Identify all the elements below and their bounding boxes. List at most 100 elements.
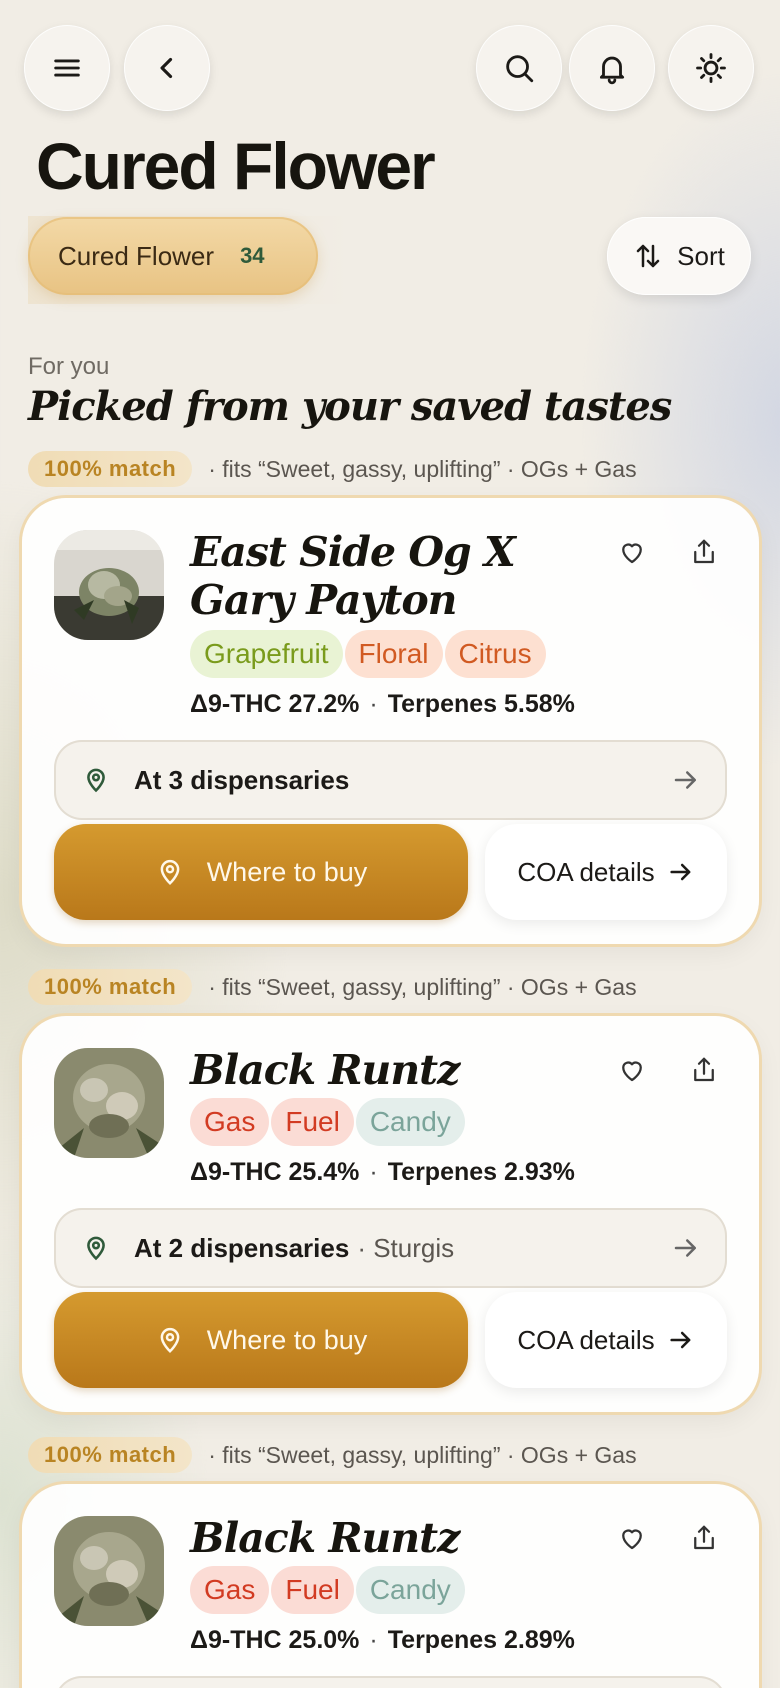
flavor-tags: Grapefruit Floral Citrus xyxy=(190,630,546,678)
sort-button[interactable]: Sort xyxy=(607,217,751,295)
potency-stats: Δ9-THC 25.0% · Terpenes 2.89% xyxy=(190,1626,575,1655)
dispensary-availability-row[interactable]: At 2 dispensaries · Sturgis xyxy=(54,1208,727,1288)
notifications-button[interactable] xyxy=(569,25,655,111)
match-badge: 100% match xyxy=(28,969,193,1005)
share-icon xyxy=(694,1057,714,1082)
thc-value: Δ9-THC 25.0% xyxy=(190,1626,360,1654)
arrow-right-icon xyxy=(670,863,691,881)
share-icon xyxy=(694,1525,714,1550)
category-filter-chip[interactable]: Cured Flower 34 xyxy=(28,217,318,295)
terpenes-value: Terpenes 2.89% xyxy=(387,1626,575,1654)
flavor-tag: Fuel xyxy=(271,1566,354,1614)
match-note: · fits “Sweet, gassy, uplifting” · OGs +… xyxy=(208,973,637,1000)
favorite-button[interactable] xyxy=(612,1050,652,1090)
strain-name[interactable]: East Side Og X Gary Payton xyxy=(190,528,580,624)
filter-chip-count: 34 xyxy=(240,243,265,268)
potency-stats: Δ9-THC 27.2% · Terpenes 5.58% xyxy=(190,690,575,719)
potency-stats: Δ9-THC 25.4% · Terpenes 2.93% xyxy=(190,1158,575,1187)
flavor-tag: Candy xyxy=(355,1566,465,1614)
chevron-left-icon xyxy=(160,57,173,79)
flavor-tag: Floral xyxy=(344,630,443,678)
favorite-button[interactable] xyxy=(612,1518,652,1558)
flavor-tag: Fuel xyxy=(271,1098,354,1146)
cannabis-flower-image xyxy=(54,530,164,640)
favorite-button[interactable] xyxy=(612,532,652,572)
where-to-buy-button[interactable]: Where to buy xyxy=(54,824,468,920)
thc-value: Δ9-THC 25.4% xyxy=(190,1158,360,1186)
share-icon xyxy=(694,539,714,564)
product-thumbnail xyxy=(54,1516,164,1626)
terpenes-value: Terpenes 5.58% xyxy=(387,690,575,718)
bell-icon xyxy=(599,56,625,85)
flavor-tags: Gas Fuel Candy xyxy=(190,1098,465,1146)
match-badge: 100% match xyxy=(28,451,193,487)
product-card[interactable]: Black Runtz Gas Fuel Candy Δ9-THC 25.0% ·… xyxy=(22,1484,759,1688)
sun-icon xyxy=(696,53,726,83)
stats-separator: · xyxy=(369,1626,378,1654)
flavor-tag: Gas xyxy=(190,1566,270,1614)
thc-value: Δ9-THC 27.2% xyxy=(190,690,360,718)
back-button[interactable] xyxy=(124,25,210,111)
flavor-tag: Grapefruit xyxy=(190,630,343,678)
product-thumbnail xyxy=(54,1048,164,1158)
map-pin-icon xyxy=(160,859,180,885)
filter-chip-label: Cured Flower xyxy=(58,240,215,271)
where-to-buy-label: Where to buy xyxy=(206,856,368,887)
flavor-tag: Candy xyxy=(355,1098,465,1146)
match-row: 100% match · fits “Sweet, gassy, uplifti… xyxy=(28,969,637,1005)
theme-toggle-button[interactable] xyxy=(668,25,754,111)
flavor-tags: Gas Fuel Candy xyxy=(190,1566,465,1614)
match-row: 100% match · fits “Sweet, gassy, uplifti… xyxy=(28,1437,637,1473)
match-badge: 100% match xyxy=(28,1437,193,1473)
coa-details-button[interactable]: COA details xyxy=(485,1292,727,1388)
coa-details-button[interactable]: COA details xyxy=(485,824,727,920)
where-to-buy-label: Where to buy xyxy=(206,1324,368,1355)
flavor-tag: Citrus xyxy=(444,630,546,678)
dispensary-count: At 3 dispensaries xyxy=(134,764,350,795)
arrow-right-icon xyxy=(674,1239,696,1257)
heart-icon xyxy=(622,1529,642,1550)
sort-label: Sort xyxy=(677,240,725,271)
strain-name-line-2: Gary Payton xyxy=(190,576,458,624)
heart-icon xyxy=(622,543,642,564)
search-button[interactable] xyxy=(476,25,562,111)
share-button[interactable] xyxy=(684,532,724,572)
arrow-right-icon xyxy=(674,771,696,789)
dispensary-availability-row[interactable]: At 3 dispensaries xyxy=(54,740,727,820)
map-pin-icon xyxy=(87,768,105,793)
flavor-tag: Gas xyxy=(190,1098,270,1146)
cannabis-flower-image xyxy=(54,1048,164,1158)
section-kicker: For you xyxy=(28,353,110,380)
heart-icon xyxy=(622,1061,642,1082)
strain-name[interactable]: Black Runtz xyxy=(190,1046,580,1094)
cannabis-flower-image xyxy=(54,1516,164,1626)
share-button[interactable] xyxy=(684,1518,724,1558)
menu-button[interactable] xyxy=(24,25,110,111)
match-note: · fits “Sweet, gassy, uplifting” · OGs +… xyxy=(208,455,637,482)
dispensary-count: At 2 dispensaries xyxy=(134,1232,350,1263)
search-icon xyxy=(506,55,534,83)
match-note: · fits “Sweet, gassy, uplifting” · OGs +… xyxy=(208,1441,637,1468)
share-button[interactable] xyxy=(684,1050,724,1090)
product-card[interactable]: East Side Og X Gary Payton Grapefruit Fl… xyxy=(22,498,759,944)
stats-separator: · xyxy=(369,1158,378,1186)
sort-icon xyxy=(636,244,660,268)
coa-details-label: COA details xyxy=(517,1324,655,1355)
arrow-right-icon xyxy=(670,1331,691,1349)
strain-name-line-1: Black Runtz xyxy=(190,1046,460,1094)
dispensary-availability-row[interactable] xyxy=(54,1676,727,1688)
stats-separator: · xyxy=(369,690,378,718)
strain-name-line-1: East Side Og X xyxy=(190,528,516,576)
match-row: 100% match · fits “Sweet, gassy, uplifti… xyxy=(28,451,637,487)
page: Cured Flower Cured Flower 34 Sort For yo… xyxy=(0,0,780,1688)
page-title: Cured Flower xyxy=(36,129,436,203)
dispensary-city: · Sturgis xyxy=(357,1232,455,1263)
product-thumbnail xyxy=(54,530,164,640)
section-title: Picked from your saved tastes xyxy=(28,383,672,430)
menu-icon xyxy=(54,59,80,77)
product-card[interactable]: Black Runtz Gas Fuel Candy Δ9-THC 25.4% ·… xyxy=(22,1016,759,1412)
strain-name[interactable]: Black Runtz xyxy=(190,1514,580,1562)
terpenes-value: Terpenes 2.93% xyxy=(387,1158,575,1186)
strain-name-line-1: Black Runtz xyxy=(190,1514,460,1562)
where-to-buy-button[interactable]: Where to buy xyxy=(54,1292,468,1388)
